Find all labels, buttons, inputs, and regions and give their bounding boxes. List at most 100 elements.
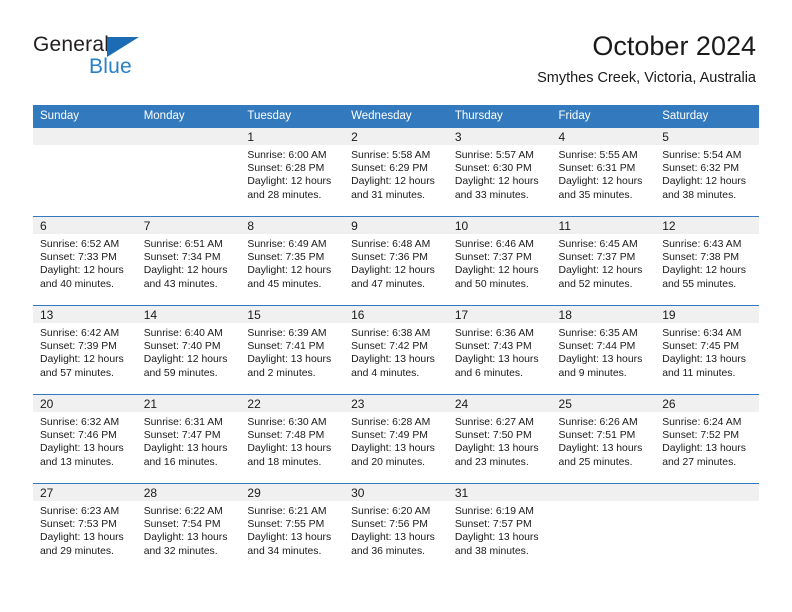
day-details: Sunrise: 6:32 AM Sunset: 7:46 PM Daylight:… [33,412,137,469]
daylight-text-line1: Daylight: 13 hours [247,443,332,455]
sunrise-text: Sunrise: 6:23 AM [40,506,120,517]
daylight-text-line1: Daylight: 12 hours [247,265,332,277]
sunrise-text: Sunrise: 6:21 AM [247,506,327,517]
calendar-day-cell[interactable]: 24 Sunrise: 6:27 AM Sunset: 7:50 PM Dayligh… [447,394,552,484]
day-number: 10 [447,217,552,234]
sunset-text: Sunset: 7:36 PM [351,252,428,264]
calendar-day-cell[interactable]: 12 Sunrise: 6:43 AM Sunset: 7:38 PM Dayligh… [655,216,759,306]
day-details: Sunrise: 5:58 AM Sunset: 6:29 PM Daylight:… [344,145,448,202]
day-number: 12 [655,217,759,234]
calendar-day-cell[interactable]: 4 Sunrise: 5:55 AM Sunset: 6:31 PM Daylight… [551,128,656,217]
weekday-header-sunday: Sunday [33,105,137,128]
sunset-text: Sunset: 7:34 PM [143,252,221,264]
day-number: 27 [33,484,137,501]
calendar-day-cell[interactable]: 19 Sunrise: 6:34 AM Sunset: 7:45 PM Dayligh… [655,305,759,395]
day-number: 22 [240,395,345,412]
day-details: Sunrise: 6:40 AM Sunset: 7:40 PM Daylight:… [137,323,241,380]
sunrise-text: Sunrise: 6:39 AM [247,328,327,339]
calendar-day-cell[interactable]: 31 Sunrise: 6:19 AM Sunset: 7:57 PM Dayligh… [447,483,552,572]
day-number: 13 [33,306,137,323]
page-header: General Blue October 2024 Smythes Creek,… [0,0,792,104]
calendar-day-cell[interactable]: 1 Sunrise: 6:00 AM Sunset: 6:28 PM Daylight… [240,128,345,217]
daylight-text-line2: and 38 minutes. [454,545,529,557]
daylight-text-line2: and 6 minutes. [454,367,523,379]
sunset-text: Sunset: 7:41 PM [247,341,325,353]
calendar-day-cell[interactable]: 29 Sunrise: 6:21 AM Sunset: 7:55 PM Dayligh… [240,483,345,572]
calendar-day-cell[interactable]: 7 Sunrise: 6:51 AM Sunset: 7:34 PM Daylight… [136,216,241,306]
calendar-day-cell[interactable]: 23 Sunrise: 6:28 AM Sunset: 7:49 PM Dayligh… [344,394,448,484]
weekday-header-row: Sunday Monday Tuesday Wednesday Thursday… [33,105,759,128]
daylight-text-line1: Daylight: 13 hours [454,532,539,544]
calendar-day-cell[interactable]: 3 Sunrise: 5:57 AM Sunset: 6:30 PM Daylight… [447,128,552,217]
calendar-day-cell[interactable]: 13 Sunrise: 6:42 AM Sunset: 7:39 PM Dayligh… [33,305,137,395]
calendar-day-cell[interactable]: 11 Sunrise: 6:45 AM Sunset: 7:37 PM Dayligh… [551,216,656,306]
calendar-day-cell[interactable]: 6 Sunrise: 6:52 AM Sunset: 7:33 PM Daylight… [33,216,137,306]
calendar-week-row: 13 Sunrise: 6:42 AM Sunset: 7:39 PM Dayligh… [33,305,759,395]
sunrise-text: Sunrise: 5:54 AM [662,150,742,161]
calendar-day-cell[interactable]: 5 Sunrise: 5:54 AM Sunset: 6:32 PM Daylight… [655,128,759,217]
calendar-day-cell[interactable]: 15 Sunrise: 6:39 AM Sunset: 7:41 PM Dayligh… [240,305,345,395]
calendar-day-cell[interactable]: 28 Sunrise: 6:22 AM Sunset: 7:54 PM Dayligh… [136,483,241,572]
calendar-day-cell[interactable]: 18 Sunrise: 6:35 AM Sunset: 7:44 PM Dayligh… [551,305,656,395]
day-number: 8 [240,217,345,234]
day-details: Sunrise: 6:48 AM Sunset: 7:36 PM Daylight:… [344,234,448,291]
sunset-text: Sunset: 7:43 PM [454,341,532,353]
day-number: 28 [136,484,241,501]
daylight-text-line1: Daylight: 12 hours [351,176,435,188]
sunrise-text: Sunrise: 6:46 AM [454,239,534,250]
calendar-day-cell[interactable]: 21 Sunrise: 6:31 AM Sunset: 7:47 PM Dayligh… [136,394,241,484]
day-number [33,128,137,145]
daylight-text-line2: and 29 minutes. [40,545,114,557]
calendar-day-cell[interactable]: 20 Sunrise: 6:32 AM Sunset: 7:46 PM Dayligh… [33,394,137,484]
day-number: 15 [240,306,345,323]
daylight-text-line2: and 55 minutes. [662,278,737,290]
daylight-text-line1: Daylight: 13 hours [40,532,124,544]
title-block: October 2024 Smythes Creek, Victoria, Au… [537,30,756,88]
daylight-text-line2: and 40 minutes. [40,278,114,290]
day-number: 11 [551,217,656,234]
calendar-day-cell[interactable]: 8 Sunrise: 6:49 AM Sunset: 7:35 PM Daylight… [240,216,345,306]
page-subtitle: Smythes Creek, Victoria, Australia [537,70,756,86]
day-details: Sunrise: 6:31 AM Sunset: 7:47 PM Daylight:… [137,412,241,469]
calendar-day-cell[interactable]: 30 Sunrise: 6:20 AM Sunset: 7:56 PM Dayligh… [344,483,448,572]
day-details: Sunrise: 6:52 AM Sunset: 7:33 PM Daylight:… [33,234,137,291]
calendar-day-cell[interactable]: 16 Sunrise: 6:38 AM Sunset: 7:42 PM Dayligh… [344,305,448,395]
daylight-text-line2: and 13 minutes. [40,456,114,468]
daylight-text-line2: and 47 minutes. [351,278,426,290]
calendar-day-cell[interactable]: 14 Sunrise: 6:40 AM Sunset: 7:40 PM Dayligh… [136,305,241,395]
calendar-day-cell[interactable]: 17 Sunrise: 6:36 AM Sunset: 7:43 PM Dayligh… [447,305,552,395]
calendar-day-cell[interactable]: 9 Sunrise: 6:48 AM Sunset: 7:36 PM Daylight… [344,216,448,306]
sunrise-text: Sunrise: 6:20 AM [351,506,431,517]
day-details: Sunrise: 6:19 AM Sunset: 7:57 PM Daylight:… [448,501,552,558]
sunset-text: Sunset: 7:39 PM [40,341,117,353]
day-details: Sunrise: 6:39 AM Sunset: 7:41 PM Daylight:… [240,323,344,380]
sunset-text: Sunset: 6:31 PM [558,163,636,175]
day-details: Sunrise: 6:34 AM Sunset: 7:45 PM Daylight:… [655,323,759,380]
calendar-day-cell[interactable]: 25 Sunrise: 6:26 AM Sunset: 7:51 PM Dayligh… [551,394,656,484]
daylight-text-line1: Daylight: 13 hours [558,443,643,455]
calendar-day-cell[interactable]: 10 Sunrise: 6:46 AM Sunset: 7:37 PM Dayligh… [447,216,552,306]
calendar-day-cell [551,483,656,572]
sunrise-text: Sunrise: 6:36 AM [454,328,534,339]
day-details: Sunrise: 6:00 AM Sunset: 6:28 PM Daylight:… [240,145,344,202]
sunrise-text: Sunrise: 6:49 AM [247,239,327,250]
calendar-day-cell [136,128,241,217]
sunrise-text: Sunrise: 6:26 AM [558,417,638,428]
daylight-text-line2: and 57 minutes. [40,367,114,379]
calendar-week-row: 1 Sunrise: 6:00 AM Sunset: 6:28 PM Daylight… [33,128,759,217]
sunrise-text: Sunrise: 6:35 AM [558,328,638,339]
sunset-text: Sunset: 7:44 PM [558,341,636,353]
sunrise-text: Sunrise: 6:45 AM [558,239,638,250]
sunset-text: Sunset: 7:38 PM [662,252,740,264]
daylight-text-line1: Daylight: 12 hours [143,354,228,366]
day-details: Sunrise: 6:24 AM Sunset: 7:52 PM Daylight:… [655,412,759,469]
calendar-day-cell[interactable]: 2 Sunrise: 5:58 AM Sunset: 6:29 PM Daylight… [344,128,448,217]
calendar-day-cell[interactable]: 26 Sunrise: 6:24 AM Sunset: 7:52 PM Dayligh… [655,394,759,484]
calendar-day-cell[interactable]: 22 Sunrise: 6:30 AM Sunset: 7:48 PM Dayligh… [240,394,345,484]
daylight-text-line2: and 33 minutes. [454,189,529,201]
sunset-text: Sunset: 7:46 PM [40,430,117,442]
calendar-day-cell[interactable]: 27 Sunrise: 6:23 AM Sunset: 7:53 PM Dayligh… [33,483,137,572]
sunset-text: Sunset: 7:48 PM [247,430,325,442]
sunset-text: Sunset: 7:54 PM [143,519,221,531]
calendar-week-row: 20 Sunrise: 6:32 AM Sunset: 7:46 PM Dayligh… [33,394,759,484]
